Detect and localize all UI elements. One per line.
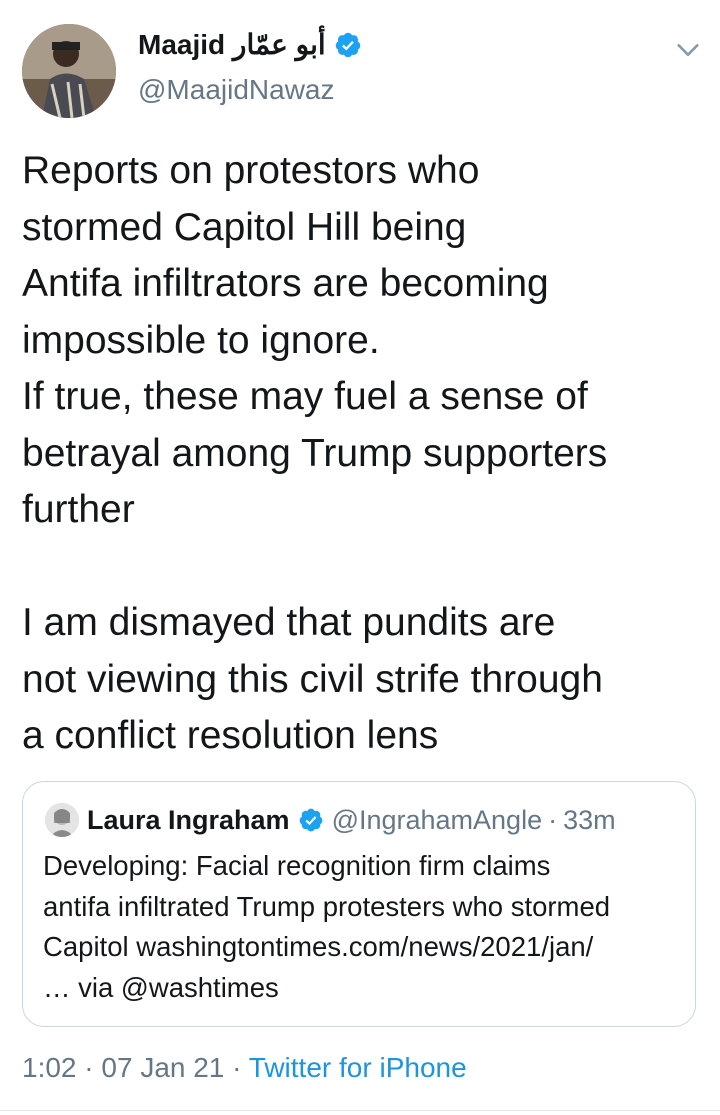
quoted-author-name: Laura Ingraham bbox=[87, 804, 290, 835]
tweet-text: Reports on protestors who stormed Capito… bbox=[22, 149, 608, 757]
quoted-separator: · bbox=[548, 804, 558, 835]
author-avatar[interactable] bbox=[22, 24, 116, 118]
chevron-down-icon[interactable] bbox=[674, 36, 702, 64]
quoted-tweet-card[interactable]: Laura Ingraham @IngrahamAngle · 33m Deve… bbox=[22, 781, 696, 1027]
author-handle[interactable]: @MaajidNawaz bbox=[138, 72, 362, 108]
quoted-tweet-text: Developing: Facial recognition firm clai… bbox=[43, 850, 611, 1003]
footer-separator: · bbox=[232, 1052, 242, 1083]
quoted-author-avatar bbox=[45, 803, 79, 837]
quoted-author-handle: @IngrahamAngle bbox=[331, 804, 543, 835]
verified-badge-icon bbox=[335, 32, 360, 58]
footer-separator: · bbox=[84, 1052, 94, 1083]
author-name-block: Maajid أبو عمّار @MaajidNawaz bbox=[138, 28, 362, 108]
tweet-time: 1:02 bbox=[22, 1052, 77, 1083]
quoted-timestamp: 33m bbox=[563, 804, 616, 835]
tweet-header: Maajid أبو عمّار @MaajidNawaz bbox=[22, 22, 702, 122]
tweet-source-link[interactable]: Twitter for iPhone bbox=[249, 1052, 467, 1083]
author-display-name-text[interactable]: Maajid أبو عمّار bbox=[138, 28, 326, 62]
author-display-name[interactable]: Maajid أبو عمّار bbox=[138, 28, 362, 62]
quoted-tweet-header: Laura Ingraham @IngrahamAngle · 33m bbox=[45, 800, 685, 840]
verified-badge-icon bbox=[299, 808, 322, 832]
bottom-divider bbox=[0, 1110, 720, 1111]
tweet-footer: 1:02 · 07 Jan 21 · Twitter for iPhone bbox=[22, 1048, 467, 1088]
tweet-date[interactable]: 07 Jan 21 bbox=[101, 1052, 224, 1083]
